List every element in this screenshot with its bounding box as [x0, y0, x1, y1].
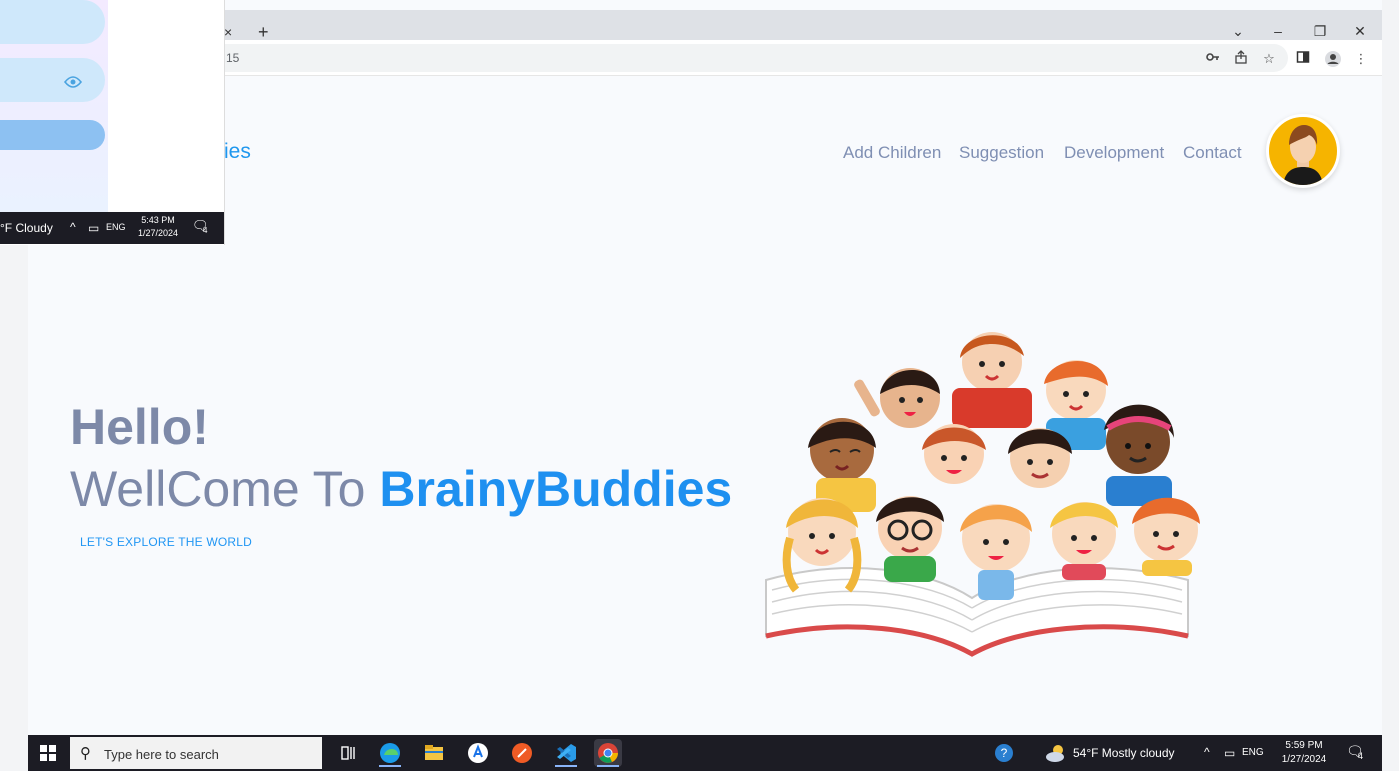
hero-hello: Hello! — [70, 399, 209, 455]
overlay-taskbar: °F Cloudy ^ ▭ ENG 5:43 PM 1/27/2024 🗨 4 — [0, 212, 224, 244]
address-bar[interactable]: 15 — [208, 44, 1288, 72]
close-window-icon[interactable]: ✕ — [1350, 23, 1370, 40]
language-indicator[interactable]: ENG — [1242, 747, 1264, 758]
overlay-submit-button[interactable] — [0, 120, 105, 150]
overlay-clock-date: 1/27/2024 — [137, 228, 179, 238]
search-icon: ⚲ — [80, 745, 91, 762]
svg-text:?: ? — [1001, 746, 1008, 760]
task-view-icon[interactable] — [334, 739, 362, 767]
battery-icon[interactable]: ▭ — [1224, 746, 1235, 760]
profile-icon[interactable] — [1324, 50, 1342, 68]
share-icon[interactable] — [1232, 50, 1250, 68]
overlay-chevron-up-icon: ^ — [70, 220, 76, 234]
overlay-notification-count: 4 — [203, 226, 208, 235]
nav-suggestion[interactable]: Suggestion — [959, 143, 1044, 163]
kids-reading-illustration — [765, 332, 1200, 657]
url-text: 15 — [226, 51, 240, 65]
clock-time: 5:59 PM — [1285, 740, 1323, 751]
windows-start-icon[interactable] — [38, 743, 58, 763]
chrome-icon[interactable] — [594, 739, 622, 767]
nav-add-children[interactable]: Add Children — [843, 143, 941, 163]
clock-date: 1/27/2024 — [1281, 754, 1327, 765]
restore-icon[interactable]: ❐ — [1310, 23, 1330, 40]
overlay-battery-icon: ▭ — [88, 221, 100, 235]
edge-icon[interactable] — [376, 739, 404, 767]
overlay-password-field[interactable] — [0, 58, 105, 102]
weather-icon — [1042, 739, 1070, 767]
key-icon[interactable] — [1204, 50, 1222, 68]
notification-count: 4 — [1358, 751, 1364, 761]
tab-close-icon[interactable]: × — [224, 24, 232, 40]
star-icon[interactable]: ☆ — [1260, 50, 1278, 68]
clock[interactable]: 5:59 PM 1/27/2024 — [1274, 739, 1334, 767]
overlay-clock: 5:43 PM 1/27/2024 — [134, 214, 182, 240]
overlay-language-indicator: ENG — [106, 222, 126, 232]
toolbar: 15 ☆ ⋮ — [28, 40, 1382, 76]
nav-contact[interactable]: Contact — [1183, 143, 1242, 163]
tab-search-chevron-icon[interactable]: ⌄ — [1228, 23, 1248, 40]
nav-development[interactable]: Development — [1064, 143, 1164, 163]
overlay-input-field[interactable] — [0, 0, 105, 44]
hero-welcome-prefix: WellCome To — [70, 461, 380, 517]
hero-tagline: LET'S EXPLORE THE WORLD — [80, 535, 253, 549]
app-store-icon[interactable] — [464, 739, 492, 767]
chevron-up-icon[interactable]: ^ — [1204, 745, 1210, 759]
main-screen: × + ⌄ – ❐ ✕ 15 ☆ ⋮ ies Add Children Sugg… — [28, 0, 1382, 771]
eye-icon[interactable] — [63, 75, 83, 88]
taskbar-search[interactable]: ⚲ Type here to search — [70, 737, 322, 769]
overlay-window: °F Cloudy ^ ▭ ENG 5:43 PM 1/27/2024 🗨 4 — [0, 0, 225, 245]
help-icon[interactable]: ? — [990, 739, 1018, 767]
tab-strip: × + ⌄ – ❐ ✕ — [28, 10, 1382, 42]
minimize-icon[interactable]: – — [1268, 23, 1288, 39]
hero-welcome: WellCome To BrainyBuddies — [70, 460, 732, 518]
hero-brand: BrainyBuddies — [379, 461, 733, 517]
more-icon[interactable]: ⋮ — [1352, 50, 1370, 68]
file-explorer-icon[interactable] — [420, 739, 448, 767]
windows-taskbar: ⚲ Type here to search ? 54°F Mostly clou… — [28, 735, 1382, 771]
site-logo[interactable]: ies — [224, 140, 251, 164]
overlay-clock-time: 5:43 PM — [141, 215, 175, 225]
taskbar-search-placeholder: Type here to search — [104, 747, 219, 762]
postman-icon[interactable] — [508, 739, 536, 767]
vscode-icon[interactable] — [552, 739, 580, 767]
kid-face — [952, 332, 1032, 428]
weather-text[interactable]: 54°F Mostly cloudy — [1073, 746, 1175, 760]
avatar[interactable] — [1266, 114, 1340, 188]
sidebar-icon[interactable] — [1294, 50, 1312, 68]
overlay-weather-text: °F Cloudy — [0, 221, 53, 235]
